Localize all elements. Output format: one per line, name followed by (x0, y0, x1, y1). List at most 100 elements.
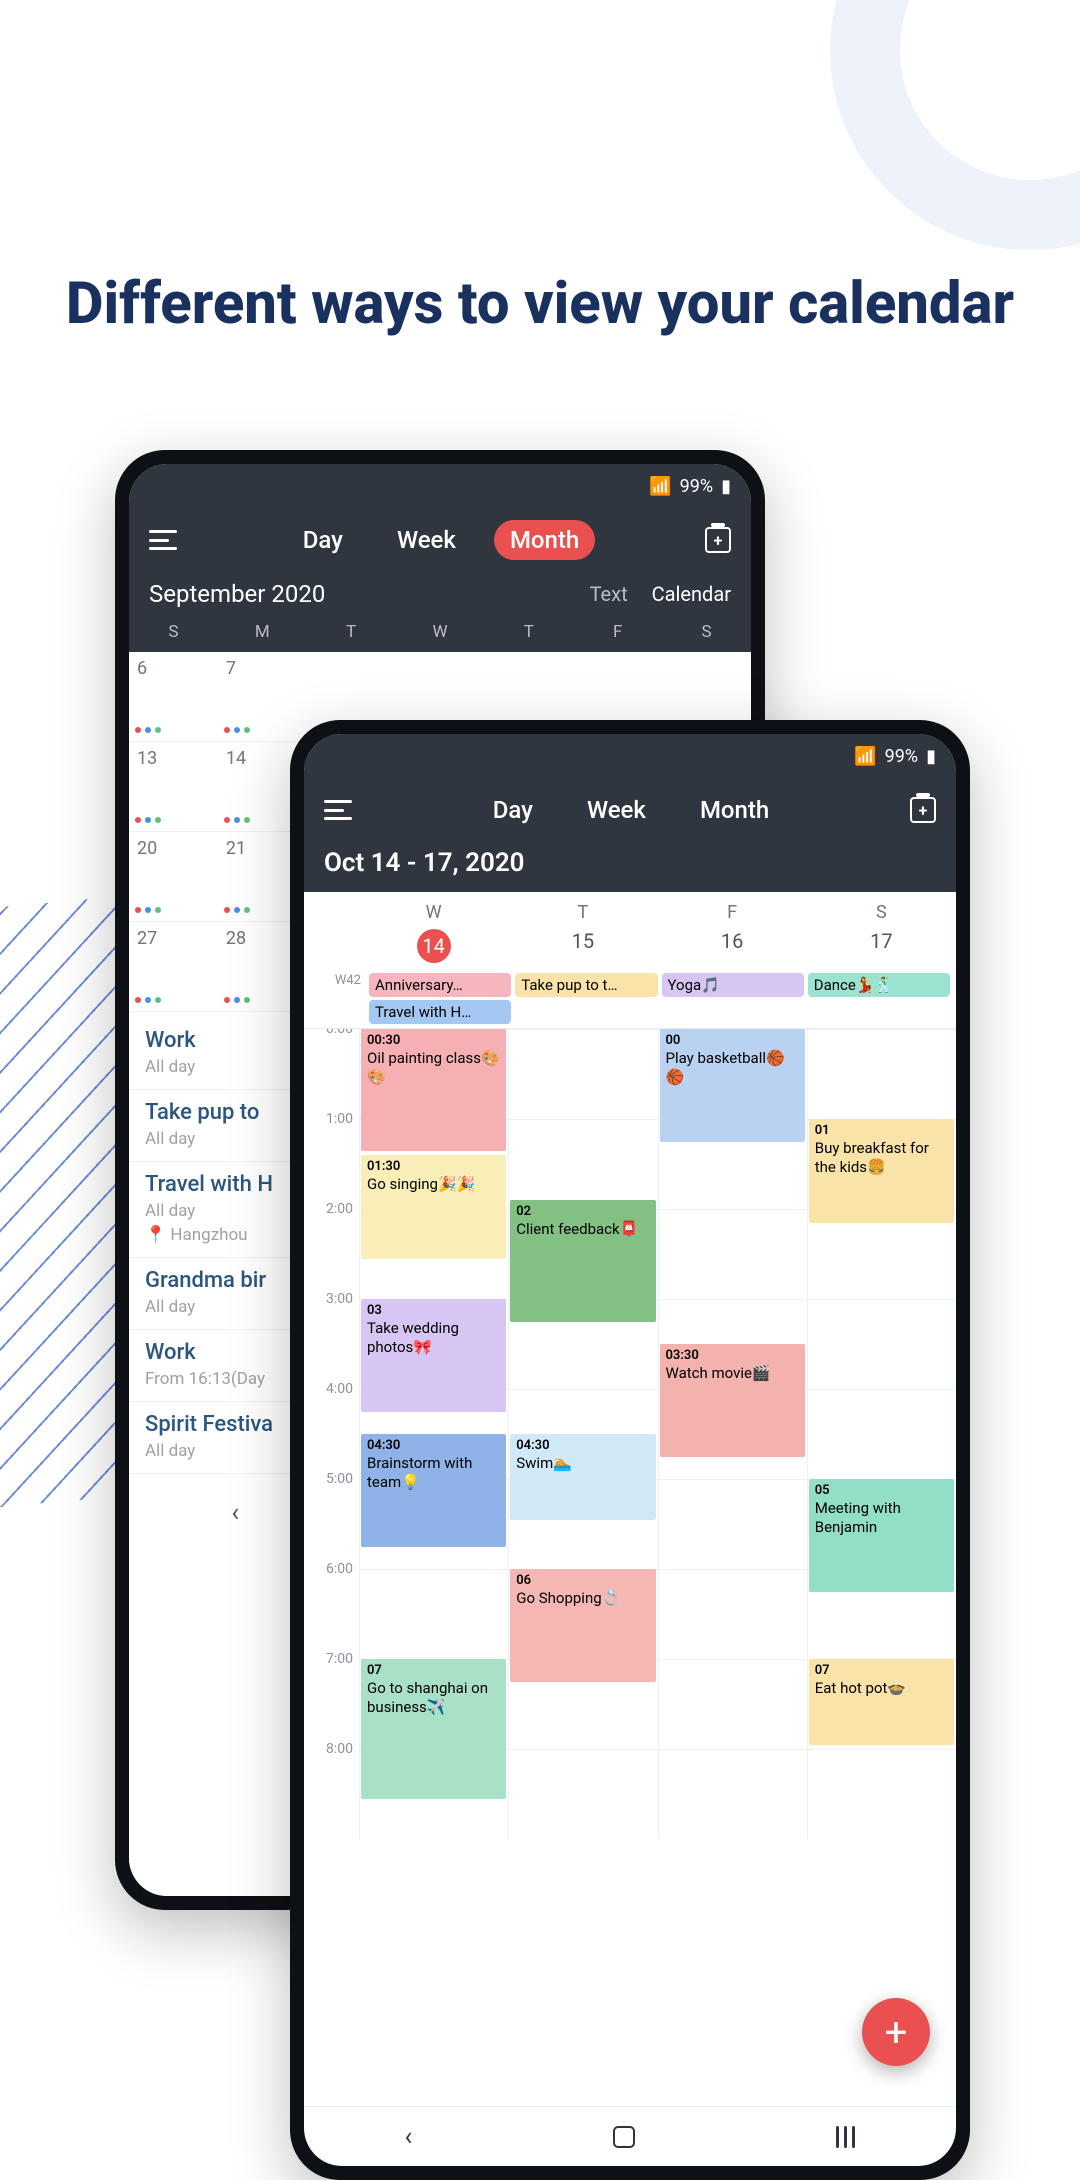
nav-home-icon[interactable] (613, 2126, 635, 2148)
event-time: 03:30 (666, 1348, 799, 1364)
battery-icon: ▮ (926, 746, 936, 767)
event-title: Go singing🎉🎉 (367, 1175, 475, 1193)
dow-cell: W (396, 622, 485, 642)
hour-label: 3:00 (304, 1291, 359, 1381)
allday-pill[interactable]: Take pup to t… (515, 973, 657, 997)
tab-month[interactable]: Month (494, 520, 595, 560)
page-headline: Different ways to view your calendar (0, 270, 1080, 338)
month-cell[interactable]: 13 (129, 742, 218, 832)
decorative-ring (830, 0, 1080, 250)
tab-week[interactable]: Week (381, 520, 472, 560)
tab-week[interactable]: Week (571, 790, 662, 830)
add-event-fab[interactable]: + (862, 1998, 930, 2066)
time-slot[interactable] (807, 1029, 956, 1119)
app-bar: Day Week Month (129, 508, 751, 572)
event-time: 07 (815, 1663, 948, 1679)
allday-pill[interactable]: Dance💃🕺 (808, 973, 950, 997)
calendar-event[interactable]: 00:30Oil painting class🎨🎨 (361, 1029, 506, 1151)
menu-icon[interactable] (324, 800, 352, 820)
allday-pill[interactable]: Yoga🎵 (662, 973, 804, 997)
month-cell[interactable]: 7 (218, 652, 307, 742)
event-time: 02 (516, 1204, 649, 1220)
time-slot[interactable] (658, 1749, 807, 1839)
month-cell[interactable]: 20 (129, 832, 218, 922)
tab-day[interactable]: Day (287, 520, 359, 560)
event-time: 01 (815, 1123, 948, 1139)
nav-recents-icon[interactable] (836, 2126, 855, 2148)
today-icon[interactable] (705, 527, 731, 553)
view-tabs: Day Week Month (195, 520, 687, 560)
calendar-event[interactable]: 01:30Go singing🎉🎉 (361, 1155, 506, 1259)
daynum-cell[interactable]: 17 (807, 929, 956, 963)
calendar-event[interactable]: 05Meeting with Benjamin (809, 1479, 954, 1592)
event-time: 05 (815, 1483, 948, 1499)
event-title: Take wedding photos🎀 (367, 1319, 459, 1356)
battery-label: 99% (885, 746, 918, 767)
time-slot[interactable] (658, 1659, 807, 1749)
prev-icon[interactable]: ‹ (231, 1498, 239, 1528)
calendar-event[interactable]: 03:30Watch movie🎬 (660, 1344, 805, 1457)
dow-cell: S (807, 902, 956, 923)
tab-month[interactable]: Month (684, 790, 785, 830)
calendar-event[interactable]: 03Take wedding photos🎀 (361, 1299, 506, 1412)
hour-label: 5:00 (304, 1471, 359, 1561)
dow-cell: F (573, 622, 662, 642)
calendar-event[interactable]: 07Go to shanghai on business✈️ (361, 1659, 506, 1799)
time-slot[interactable] (807, 1389, 956, 1479)
time-slot[interactable] (658, 1209, 807, 1299)
time-grid[interactable]: 0:001:002:003:004:005:006:007:008:0000:3… (304, 1029, 956, 2106)
event-title: Buy breakfast for the kids🍔 (815, 1139, 929, 1176)
calendar-event[interactable]: 04:30Swim🏊 (510, 1434, 655, 1520)
allday-pill[interactable]: Anniversary… (369, 973, 511, 997)
dow-cell: S (129, 622, 218, 642)
time-slot[interactable] (658, 1569, 807, 1659)
battery-label: 99% (680, 476, 713, 497)
dow-cell: W (359, 902, 508, 923)
hour-label: 2:00 (304, 1201, 359, 1291)
event-title: Watch movie🎬 (666, 1364, 771, 1382)
calendar-event[interactable]: 07Eat hot pot🍲 (809, 1659, 954, 1745)
week-daynum-row: 14151617 (304, 929, 956, 971)
today-icon[interactable] (910, 797, 936, 823)
calendar-event[interactable]: 04:30Brainstorm with team💡 (361, 1434, 506, 1547)
time-slot[interactable] (508, 1119, 657, 1209)
menu-icon[interactable] (149, 530, 177, 550)
month-cell[interactable]: 6 (129, 652, 218, 742)
event-time: 07 (367, 1663, 500, 1679)
dow-cell: T (508, 902, 657, 923)
event-time: 06 (516, 1573, 649, 1589)
calendar-event[interactable]: 01Buy breakfast for the kids🍔 (809, 1119, 954, 1223)
allday-pill[interactable]: Travel with H… (369, 1000, 511, 1024)
hour-label: 6:00 (304, 1561, 359, 1651)
status-bar: 📶 99% ▮ (304, 734, 956, 778)
time-slot[interactable] (508, 1749, 657, 1839)
month-cell[interactable]: 27 (129, 922, 218, 1012)
week-label: W42 (310, 973, 365, 1024)
event-time: 01:30 (367, 1159, 500, 1175)
time-slot[interactable] (359, 1569, 508, 1659)
event-title: Swim🏊 (516, 1454, 572, 1472)
hour-label: 4:00 (304, 1381, 359, 1471)
daynum-cell[interactable]: 14 (359, 929, 508, 963)
daynum-cell[interactable]: 15 (508, 929, 657, 963)
hour-label: 1:00 (304, 1111, 359, 1201)
time-slot[interactable] (807, 1749, 956, 1839)
event-title: Oil painting class🎨🎨 (367, 1049, 500, 1086)
daynum-cell[interactable]: 16 (658, 929, 807, 963)
time-slot[interactable] (658, 1479, 807, 1569)
time-slot[interactable] (508, 1029, 657, 1119)
event-title: Meeting with Benjamin (815, 1499, 901, 1536)
calendar-event[interactable]: 02Client feedback📮 (510, 1200, 655, 1322)
event-title: Brainstorm with team💡 (367, 1454, 472, 1491)
event-title: Go to shanghai on business✈️ (367, 1679, 488, 1716)
nav-back-icon[interactable]: ‹ (405, 2122, 413, 2152)
wifi-icon: 📶 (649, 476, 671, 497)
toggle-calendar[interactable]: Calendar (652, 582, 731, 606)
calendar-event[interactable]: 06Go Shopping💍 (510, 1569, 655, 1682)
status-bar: 📶 99% ▮ (129, 464, 751, 508)
time-slot[interactable] (807, 1299, 956, 1389)
tab-day[interactable]: Day (477, 790, 549, 830)
toggle-text[interactable]: Text (590, 582, 628, 606)
calendar-event[interactable]: 00Play basketball🏀🏀 (660, 1029, 805, 1142)
app-bar: Day Week Month (304, 778, 956, 842)
